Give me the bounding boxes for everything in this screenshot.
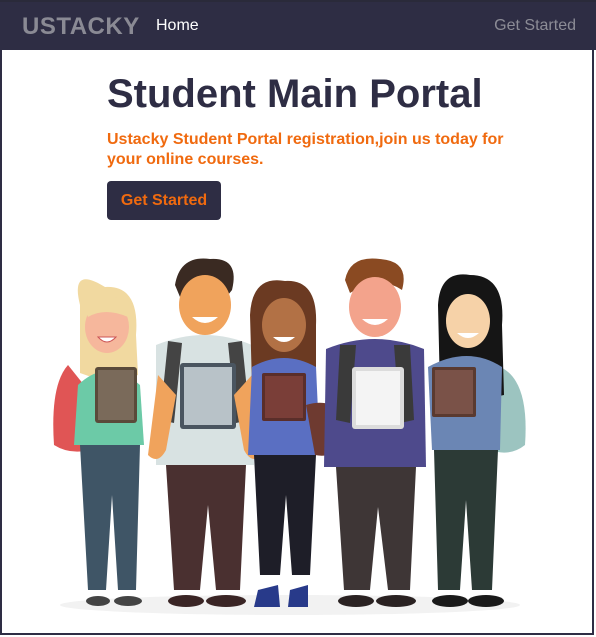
brand-logo[interactable]: USTACKY xyxy=(22,13,140,41)
top-navbar: USTACKY Home Get Started xyxy=(0,0,596,50)
student-figure-1 xyxy=(53,279,144,606)
nav-link-home[interactable]: Home xyxy=(156,17,199,35)
nav-link-get-started[interactable]: Get Started xyxy=(494,17,576,35)
student-figure-4 xyxy=(324,258,426,607)
get-started-button[interactable]: Get Started xyxy=(107,181,221,220)
students-group-illustration xyxy=(53,258,526,615)
student-figure-2 xyxy=(148,258,262,607)
page-title: Student Main Portal xyxy=(107,72,483,116)
hero-subtitle: Ustacky Student Portal registration,join… xyxy=(107,131,504,168)
student-figure-5 xyxy=(428,274,526,607)
